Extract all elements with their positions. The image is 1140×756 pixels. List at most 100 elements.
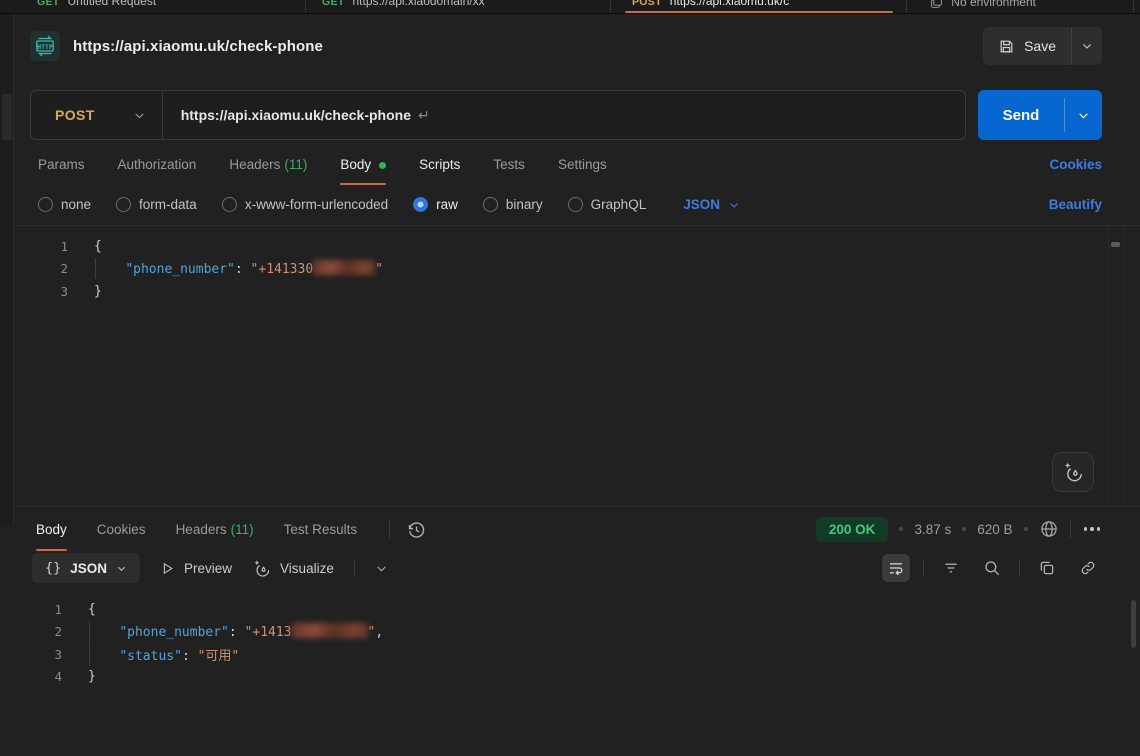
response-time[interactable]: 3.87 s xyxy=(914,522,951,537)
tab-divider xyxy=(610,0,611,14)
body-mode-x-www-form-urlencoded[interactable]: x-www-form-urlencoded xyxy=(222,197,388,212)
radio-icon[interactable] xyxy=(483,197,498,212)
url-input[interactable]: https://api.xiaomu.uk/check-phone ↵ xyxy=(163,107,430,124)
tab-divider xyxy=(1133,0,1134,14)
environment-selector[interactable]: No environment xyxy=(930,0,1036,9)
tab-label: https://api.xiaomu.uk/c xyxy=(670,0,789,8)
body-mode-raw[interactable]: raw xyxy=(413,197,458,212)
status-badge[interactable]: 200 OK xyxy=(816,517,889,542)
send-button-group: Send xyxy=(978,90,1102,140)
request-tab-body[interactable]: Body xyxy=(340,157,386,185)
indent-guide xyxy=(89,643,90,666)
link-button[interactable] xyxy=(1074,554,1102,582)
language-selector[interactable]: JSON xyxy=(683,197,740,212)
preview-button[interactable]: Preview xyxy=(160,561,232,576)
request-tab-tests[interactable]: Tests xyxy=(493,157,525,185)
radio-icon[interactable] xyxy=(222,197,237,212)
workspace-tab-1[interactable]: GET Untitled Request xyxy=(37,0,156,8)
method-label: POST xyxy=(55,107,95,123)
request-tab-settings[interactable]: Settings xyxy=(558,157,607,185)
environment-icon xyxy=(930,0,943,9)
send-options-button[interactable] xyxy=(1065,90,1102,140)
response-body-viewer[interactable]: 1{2 "phone_number": "+1413",3 "status": … xyxy=(0,592,1140,756)
url-value: https://api.xiaomu.uk/check-phone xyxy=(181,107,411,123)
code-text: } xyxy=(94,284,102,299)
body-mode-list: none form-data x-www-form-urlencoded raw bin… xyxy=(38,197,646,212)
radio-icon[interactable] xyxy=(568,197,583,212)
save-options-button[interactable] xyxy=(1072,27,1102,65)
method-selector[interactable]: POST xyxy=(31,91,162,139)
request-tab-params[interactable]: Params xyxy=(38,157,85,185)
response-tab-test-results[interactable]: Test Results xyxy=(284,507,358,551)
send-button[interactable]: Send xyxy=(978,90,1064,140)
line-number: 1 xyxy=(15,239,68,254)
body-mode-graphql[interactable]: GraphQL xyxy=(568,197,647,212)
beautify-link[interactable]: Beautify xyxy=(1049,197,1102,212)
search-icon xyxy=(983,559,1001,577)
visualize-button[interactable]: Visualize xyxy=(252,559,334,578)
enter-hint-icon: ↵ xyxy=(418,107,430,123)
code-text: "status": "可用" xyxy=(88,645,239,664)
more-options-button[interactable] xyxy=(1082,527,1103,531)
code-line[interactable]: 2 "phone_number": "+141330" xyxy=(15,258,1140,281)
indent-guide xyxy=(89,621,90,642)
left-sidebar-strip[interactable] xyxy=(0,14,14,526)
request-tab-headers[interactable]: Headers(11) xyxy=(229,157,307,185)
body-mode-none[interactable]: none xyxy=(38,197,91,212)
response-tabs: Body Cookies Headers(11) Test Results 200 O… xyxy=(0,507,1140,551)
view-options-chevron-icon[interactable] xyxy=(375,562,388,575)
code-line[interactable]: 3} xyxy=(15,280,1140,303)
search-button[interactable] xyxy=(978,554,1006,582)
tab-label: Body xyxy=(36,522,67,537)
save-button[interactable]: Save xyxy=(983,27,1071,65)
workspace-tab-3-active[interactable]: POST https://api.xiaomu.uk/c xyxy=(632,0,789,8)
history-clock-icon[interactable] xyxy=(406,519,427,540)
tab-label: https://api.xiaodomain/xx xyxy=(353,0,485,8)
code-line[interactable]: 3 "status": "可用" xyxy=(0,643,1140,666)
body-mode-binary[interactable]: binary xyxy=(483,197,543,212)
history-group xyxy=(389,519,427,540)
token-punct: : xyxy=(235,262,251,277)
line-number: 2 xyxy=(15,261,68,276)
response-format-selector[interactable]: {} JSON xyxy=(32,553,140,583)
response-tab-headers[interactable]: Headers(11) xyxy=(176,507,254,551)
request-body-editor[interactable]: 1{2 "phone_number": "+141330"3} xyxy=(15,225,1140,506)
language-label: JSON xyxy=(683,197,720,212)
code-line[interactable]: 1{ xyxy=(15,235,1140,258)
editor-scrollbar-track[interactable] xyxy=(1108,226,1124,506)
response-scrollbar-thumb[interactable] xyxy=(1131,600,1136,648)
redacted-value xyxy=(313,260,375,275)
editor-scrollbar-thumb[interactable] xyxy=(1111,242,1120,247)
radio-icon[interactable] xyxy=(116,197,131,212)
globe-icon[interactable] xyxy=(1039,519,1059,539)
workspace-tab-2[interactable]: GET https://api.xiaodomain/xx xyxy=(322,0,485,8)
postbot-button[interactable] xyxy=(1052,452,1094,492)
copy-button[interactable] xyxy=(1033,554,1061,582)
wrap-text-button[interactable] xyxy=(882,554,910,582)
code-text: } xyxy=(88,669,96,684)
response-tab-body[interactable]: Body xyxy=(36,507,67,551)
code-line[interactable]: 1{ xyxy=(0,598,1140,621)
response-size[interactable]: 620 B xyxy=(977,522,1012,537)
divider xyxy=(389,520,390,538)
response-tab-cookies[interactable]: Cookies xyxy=(97,507,146,551)
request-tab-authorization[interactable]: Authorization xyxy=(118,157,197,185)
http-request-icon: HTTP xyxy=(30,31,60,61)
request-tab-scripts[interactable]: Scripts xyxy=(419,157,460,185)
tab-divider xyxy=(305,0,306,14)
response-panel: Body Cookies Headers(11) Test Results 200 O… xyxy=(0,506,1140,756)
code-text: "phone_number": "+1413", xyxy=(88,623,383,640)
cookies-link[interactable]: Cookies xyxy=(1049,157,1102,185)
sparkle-wand-icon xyxy=(1062,461,1084,483)
tab-method-badge: GET xyxy=(322,0,345,8)
dot-separator xyxy=(962,527,966,531)
tab-count-badge: (11) xyxy=(231,522,254,537)
visualize-label: Visualize xyxy=(280,561,334,576)
code-line[interactable]: 4} xyxy=(0,666,1140,689)
filter-button[interactable] xyxy=(937,554,965,582)
radio-icon[interactable] xyxy=(38,197,53,212)
body-mode-form-data[interactable]: form-data xyxy=(116,197,197,212)
tab-label: Params xyxy=(38,157,85,172)
radio-selected-icon[interactable] xyxy=(413,197,428,212)
code-line[interactable]: 2 "phone_number": "+1413", xyxy=(0,621,1140,644)
